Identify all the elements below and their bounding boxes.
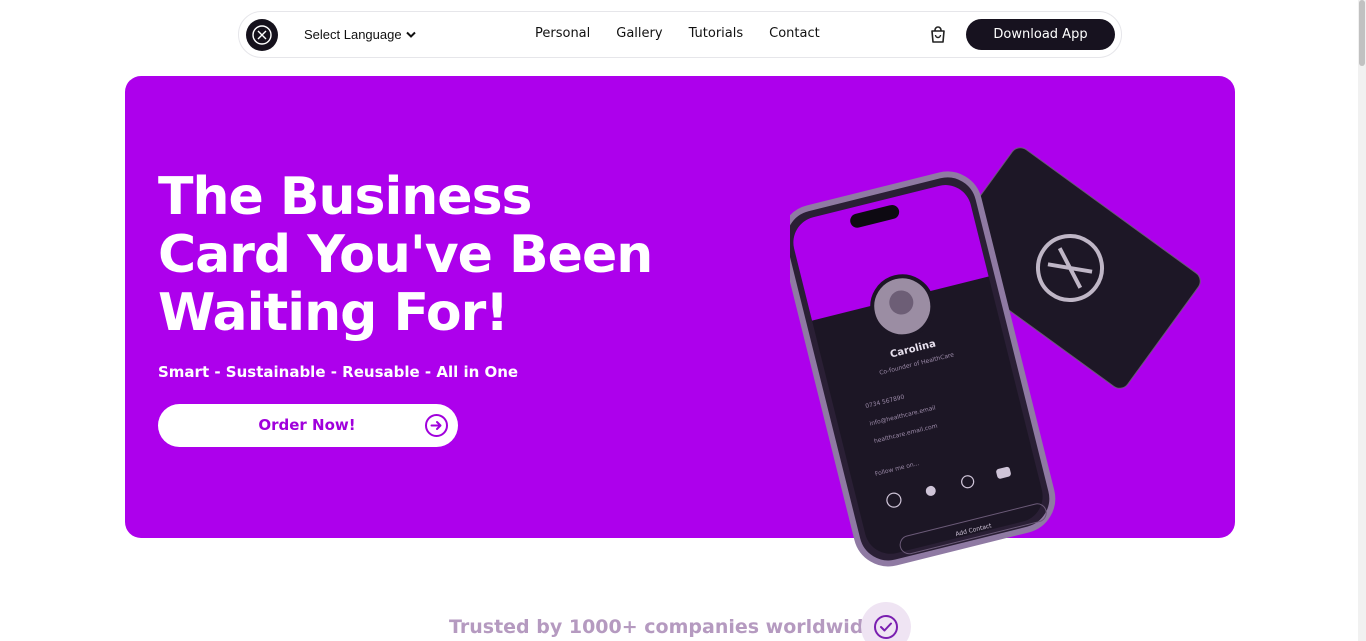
order-now-label: Order Now! <box>258 416 356 434</box>
hero-title: The Business Card You've Been Waiting Fo… <box>158 168 718 342</box>
chevron-down-icon <box>405 31 416 38</box>
hero-subtitle: Smart - Sustainable - Reusable - All in … <box>158 363 519 381</box>
trusted-text: Trusted by 1000+ companies worldwide <box>449 616 877 638</box>
hero-title-line: The Business <box>158 167 532 227</box>
language-select-label: Select Language <box>304 27 402 42</box>
hero-title-line: Card You've Been <box>158 225 653 285</box>
shopping-bag-icon[interactable] <box>928 25 948 45</box>
nav-link-personal[interactable]: Personal <box>535 26 590 41</box>
check-circle-icon <box>861 602 911 641</box>
scrollbar-thumb[interactable] <box>1359 0 1365 66</box>
hero-title-line: Waiting For! <box>158 283 509 343</box>
nav-link-contact[interactable]: Contact <box>769 26 820 41</box>
nav-links: Personal Gallery Tutorials Contact <box>535 26 846 41</box>
arrow-right-circle-icon <box>425 414 448 437</box>
page-scrollbar[interactable] <box>1358 0 1366 641</box>
top-navbar: Select Language Personal Gallery Tutoria… <box>238 11 1122 58</box>
logo-x-icon[interactable] <box>246 19 278 51</box>
phone-and-card-illustration: Carolina Co-founder of HealthCare 0734 5… <box>790 147 1201 567</box>
language-select[interactable]: Select Language <box>304 27 416 42</box>
nav-link-tutorials[interactable]: Tutorials <box>689 26 744 41</box>
order-now-button[interactable]: Order Now! <box>158 404 458 447</box>
nav-link-gallery[interactable]: Gallery <box>616 26 662 41</box>
download-app-button[interactable]: Download App <box>966 19 1115 50</box>
